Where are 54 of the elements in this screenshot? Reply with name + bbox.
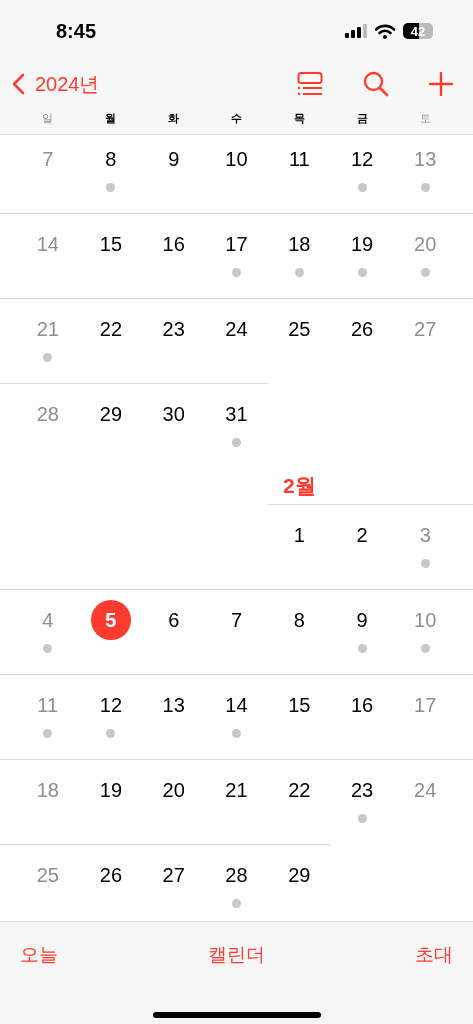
date[interactable]: 23 [153,309,194,349]
today-date[interactable]: 5 [90,600,131,640]
date[interactable]: 10 [216,139,257,179]
list-view-icon[interactable] [297,72,323,96]
date[interactable]: 9 [153,139,194,179]
weekday-label: 월 [104,111,118,126]
date[interactable]: 8 [90,139,131,179]
date[interactable]: 27 [153,855,194,895]
add-icon[interactable] [429,72,453,96]
date[interactable]: 29 [90,394,131,434]
date[interactable]: 31 [216,394,257,434]
search-icon[interactable] [363,71,389,97]
weekday-label: 목 [292,111,306,126]
date[interactable]: 13 [153,685,194,725]
date[interactable]: 1 [279,515,320,555]
date[interactable]: 7 [216,600,257,640]
date[interactable]: 22 [279,770,320,810]
chevron-left-icon [12,73,25,95]
date[interactable]: 2 [342,515,383,555]
date[interactable]: 26 [342,309,383,349]
date[interactable]: 14 [216,685,257,725]
date[interactable]: 28 [216,855,257,895]
date[interactable]: 19 [342,224,383,264]
date[interactable]: 26 [90,855,131,895]
date[interactable]: 19 [90,770,131,810]
weekday-label: 수 [230,111,243,126]
weekday-label: 토 [418,111,432,126]
date[interactable]: 18 [279,224,320,264]
date[interactable]: 11 [279,139,320,179]
date[interactable]: 20 [153,770,194,810]
date[interactable]: 8 [279,600,320,640]
date[interactable]: 24 [216,309,257,349]
status-time: 8:45 [56,19,97,43]
weekday-label: 금 [355,111,369,126]
date[interactable]: 9 [342,600,383,640]
date[interactable]: 22 [90,309,131,349]
wifi-icon [375,23,395,39]
date[interactable]: 23 [342,770,383,810]
date[interactable]: 15 [90,224,131,264]
weekday-label: 일 [41,111,55,126]
date[interactable]: 29 [279,855,320,895]
date[interactable]: 25 [279,309,320,349]
date[interactable]: 15 [279,685,320,725]
date[interactable]: 16 [153,224,194,264]
month-label: 2월 [281,473,317,499]
date[interactable]: 6 [153,600,194,640]
date[interactable]: 21 [216,770,257,810]
date[interactable]: 12 [342,139,383,179]
signal-icon [345,24,367,38]
date[interactable]: 12 [90,685,131,725]
weekday-label: 화 [167,111,181,126]
date[interactable]: 17 [216,224,257,264]
date[interactable]: 30 [153,394,194,434]
date[interactable]: 16 [342,685,383,725]
